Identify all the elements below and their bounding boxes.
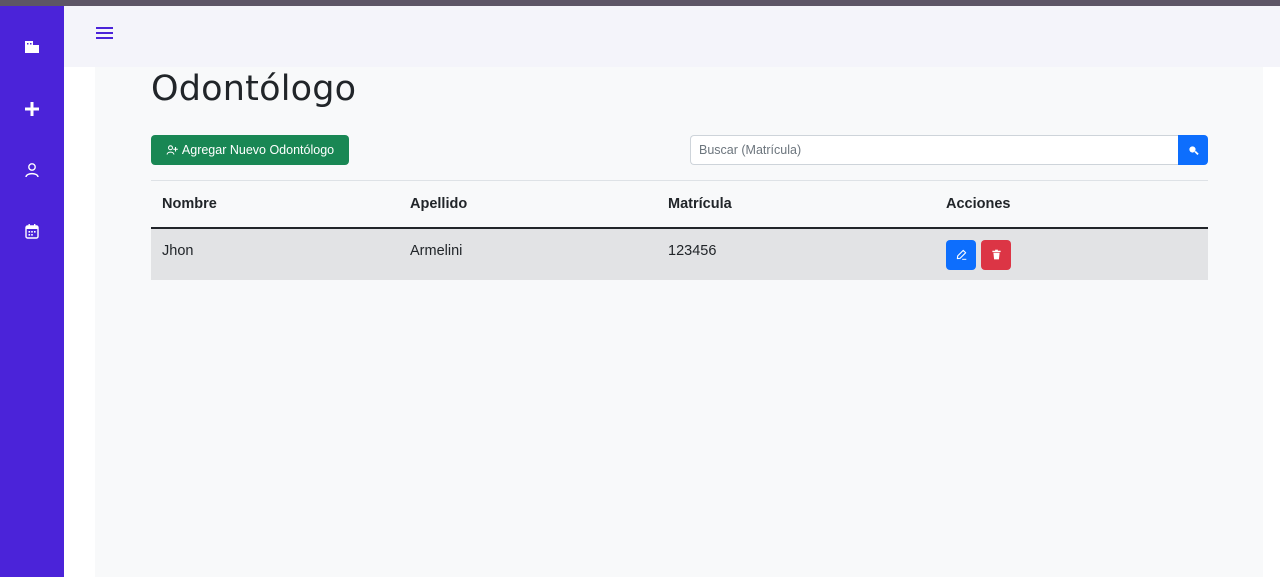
edit-icon <box>956 249 966 260</box>
top-navbar <box>64 6 1280 67</box>
user-icon <box>25 163 39 178</box>
cell-nombre: Jhon <box>151 227 399 280</box>
add-dentist-button-label: Agregar Nuevo Odontólogo <box>181 143 335 157</box>
table-row: Jhon Armelini 123456 <box>151 227 1208 280</box>
plus-icon <box>25 102 39 116</box>
cell-apellido: Armelini <box>399 227 657 280</box>
sidebar-item-users[interactable] <box>20 158 44 182</box>
main-content: Odontólogo Agregar Nuevo Odontólogo Nomb… <box>95 67 1263 577</box>
add-dentist-button[interactable]: Agregar Nuevo Odontólogo <box>151 135 349 165</box>
column-header-nombre: Nombre <box>151 180 399 229</box>
dentists-table: Nombre Apellido Matrícula Acciones Jhon … <box>151 180 1208 280</box>
page-title: Odontólogo <box>151 69 357 109</box>
delete-button[interactable] <box>981 239 1012 270</box>
column-header-apellido: Apellido <box>399 180 657 229</box>
search-button[interactable] <box>1178 135 1208 165</box>
calendar-icon <box>25 224 39 239</box>
sidebar-item-add[interactable] <box>20 97 44 121</box>
sidebar-item-home[interactable] <box>20 34 44 58</box>
search-icon <box>1188 145 1199 155</box>
sidebar-item-calendar[interactable] <box>20 219 44 243</box>
column-header-acciones: Acciones <box>935 180 1208 229</box>
column-header-matricula: Matrícula <box>657 180 935 229</box>
cell-acciones <box>935 227 1208 280</box>
search-group <box>690 135 1208 165</box>
building-icon <box>25 41 39 53</box>
sidebar <box>0 6 64 577</box>
hamburger-icon[interactable] <box>96 25 114 41</box>
user-plus-icon <box>166 145 178 155</box>
cell-matricula: 123456 <box>657 227 935 280</box>
table-header-row: Nombre Apellido Matrícula Acciones <box>151 180 1208 229</box>
search-input[interactable] <box>690 135 1178 165</box>
trash-icon <box>991 249 1001 260</box>
edit-button[interactable] <box>946 239 976 270</box>
